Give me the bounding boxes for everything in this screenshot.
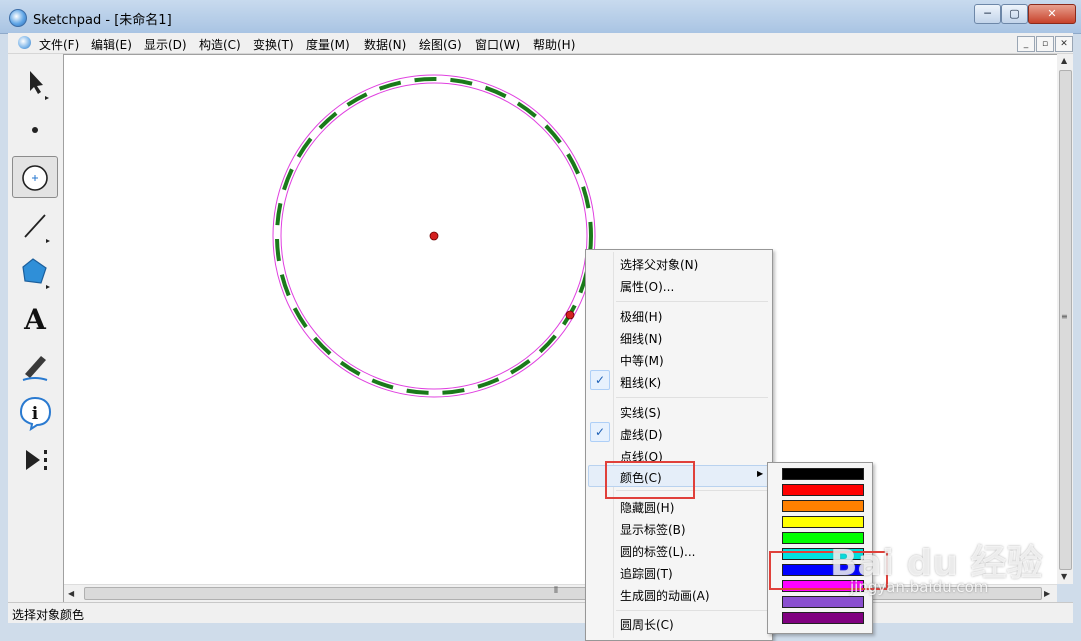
toolbox: A i bbox=[8, 54, 64, 602]
menu-item-dashed[interactable]: 虚线(D) bbox=[620, 426, 663, 443]
checkmark-icon: ✓ bbox=[590, 422, 610, 442]
menu-gutter bbox=[613, 252, 614, 638]
mdi-close-button[interactable]: ✕ bbox=[1055, 36, 1073, 52]
circle-radius-point[interactable] bbox=[565, 310, 575, 320]
status-text: 选择对象颜色 bbox=[12, 608, 85, 622]
text-icon: A bbox=[24, 302, 46, 336]
line-icon bbox=[24, 214, 50, 243]
context-menu: 选择父对象(N) 属性(O)... 极细(H) 细线(N) 中等(M) ✓ 粗线… bbox=[585, 249, 773, 641]
menu-help[interactable]: 帮助(H) bbox=[533, 36, 575, 53]
menu-item-thick[interactable]: 粗线(K) bbox=[620, 374, 661, 391]
menu-separator bbox=[616, 610, 768, 611]
info-icon: i bbox=[19, 396, 52, 432]
polygon-tool[interactable] bbox=[12, 250, 58, 292]
window-title: Sketchpad - [未命名1] bbox=[33, 13, 172, 28]
menu-window[interactable]: 窗口(W) bbox=[475, 36, 520, 53]
scroll-down-arrow[interactable]: ▼ bbox=[1061, 572, 1067, 581]
maximize-button[interactable]: ▢ bbox=[1001, 4, 1028, 24]
title-bar: Sketchpad - [未命名1] ─ ▢ ✕ bbox=[0, 0, 1081, 34]
menu-graph[interactable]: 绘图(G) bbox=[419, 36, 462, 53]
menu-measure[interactable]: 度量(M) bbox=[306, 36, 350, 53]
close-button[interactable]: ✕ bbox=[1028, 4, 1076, 24]
checkmark-icon: ✓ bbox=[590, 370, 610, 390]
menu-item-solid[interactable]: 实线(S) bbox=[620, 404, 661, 421]
menu-item-hide-circle[interactable]: 隐藏圆(H) bbox=[620, 499, 674, 516]
app-icon bbox=[9, 9, 27, 27]
compass-icon bbox=[22, 165, 48, 191]
menu-file[interactable]: 文件(F) bbox=[39, 36, 79, 53]
information-tool[interactable]: i bbox=[12, 391, 58, 433]
svg-text:i: i bbox=[32, 404, 39, 424]
grip-icon: ⦀ bbox=[554, 586, 558, 596]
highlight-box-color-item bbox=[605, 461, 695, 499]
menu-edit[interactable]: 编辑(E) bbox=[91, 36, 132, 53]
menu-separator bbox=[616, 301, 768, 302]
menu-item-trace-circle[interactable]: 追踪圆(T) bbox=[620, 565, 673, 582]
minimize-button[interactable]: ─ bbox=[974, 4, 1001, 24]
vertical-scrollbar[interactable]: ▲ ≡ ▼ bbox=[1057, 54, 1073, 584]
marker-icon bbox=[22, 356, 48, 381]
grip-icon: ≡ bbox=[1061, 312, 1068, 321]
submenu-arrow-icon: ▶ bbox=[757, 469, 764, 478]
scroll-right-arrow[interactable]: ▶ bbox=[1044, 589, 1050, 598]
menu-item-circumference[interactable]: 圆周长(C) bbox=[620, 616, 674, 633]
mdi-restore-button[interactable]: ▫ bbox=[1036, 36, 1054, 52]
custom-tool[interactable] bbox=[12, 438, 58, 480]
menu-item-select-parents[interactable]: 选择父对象(N) bbox=[620, 256, 698, 273]
menu-data[interactable]: 数据(N) bbox=[364, 36, 406, 53]
menu-item-animate-circle[interactable]: 生成圆的动画(A) bbox=[620, 587, 710, 604]
menu-item-show-label[interactable]: 显示标签(B) bbox=[620, 521, 686, 538]
menu-item-circle-label[interactable]: 圆的标签(L)... bbox=[620, 543, 696, 560]
arrow-tool[interactable] bbox=[12, 62, 58, 104]
watermark-url: jingyan.baidu.com bbox=[850, 578, 989, 596]
point-tool[interactable] bbox=[12, 108, 58, 150]
color-swatch-yellow[interactable] bbox=[782, 516, 864, 528]
scroll-left-arrow[interactable]: ◀ bbox=[68, 589, 74, 598]
sketch-canvas[interactable] bbox=[64, 54, 1057, 585]
scroll-up-arrow[interactable]: ▲ bbox=[1061, 56, 1067, 65]
color-swatch-purple[interactable] bbox=[782, 612, 864, 624]
menu-item-medium[interactable]: 中等(M) bbox=[620, 352, 664, 369]
color-swatch-black[interactable] bbox=[782, 468, 864, 480]
menu-bar: 文件(F) 编辑(E) 显示(D) 构造(C) 变换(T) 度量(M) 数据(N… bbox=[8, 33, 1073, 54]
arrow-icon bbox=[30, 71, 49, 100]
menu-item-thin[interactable]: 细线(N) bbox=[620, 330, 662, 347]
custom-tool-icon bbox=[26, 450, 47, 470]
point-icon bbox=[32, 127, 38, 133]
circle-center-point[interactable] bbox=[429, 231, 439, 241]
menu-display[interactable]: 显示(D) bbox=[144, 36, 187, 53]
marker-tool[interactable] bbox=[12, 345, 58, 387]
menu-item-extra-thin[interactable]: 极细(H) bbox=[620, 308, 662, 325]
compass-tool[interactable] bbox=[12, 156, 58, 198]
text-tool[interactable]: A bbox=[12, 298, 58, 340]
menu-separator bbox=[616, 397, 768, 398]
straightedge-tool[interactable] bbox=[12, 204, 58, 246]
mdi-minimize-button[interactable]: _ bbox=[1017, 36, 1035, 52]
menu-construct[interactable]: 构造(C) bbox=[199, 36, 241, 53]
color-swatch-orange[interactable] bbox=[782, 500, 864, 512]
polygon-icon bbox=[22, 258, 50, 289]
menu-item-properties[interactable]: 属性(O)... bbox=[620, 278, 674, 295]
color-swatch-violet[interactable] bbox=[782, 596, 864, 608]
menu-transform[interactable]: 变换(T) bbox=[253, 36, 294, 53]
sketch-drawing bbox=[272, 74, 596, 398]
document-icon[interactable] bbox=[18, 36, 31, 49]
color-swatch-red[interactable] bbox=[782, 484, 864, 496]
status-bar: 选择对象颜色 bbox=[8, 602, 1073, 623]
